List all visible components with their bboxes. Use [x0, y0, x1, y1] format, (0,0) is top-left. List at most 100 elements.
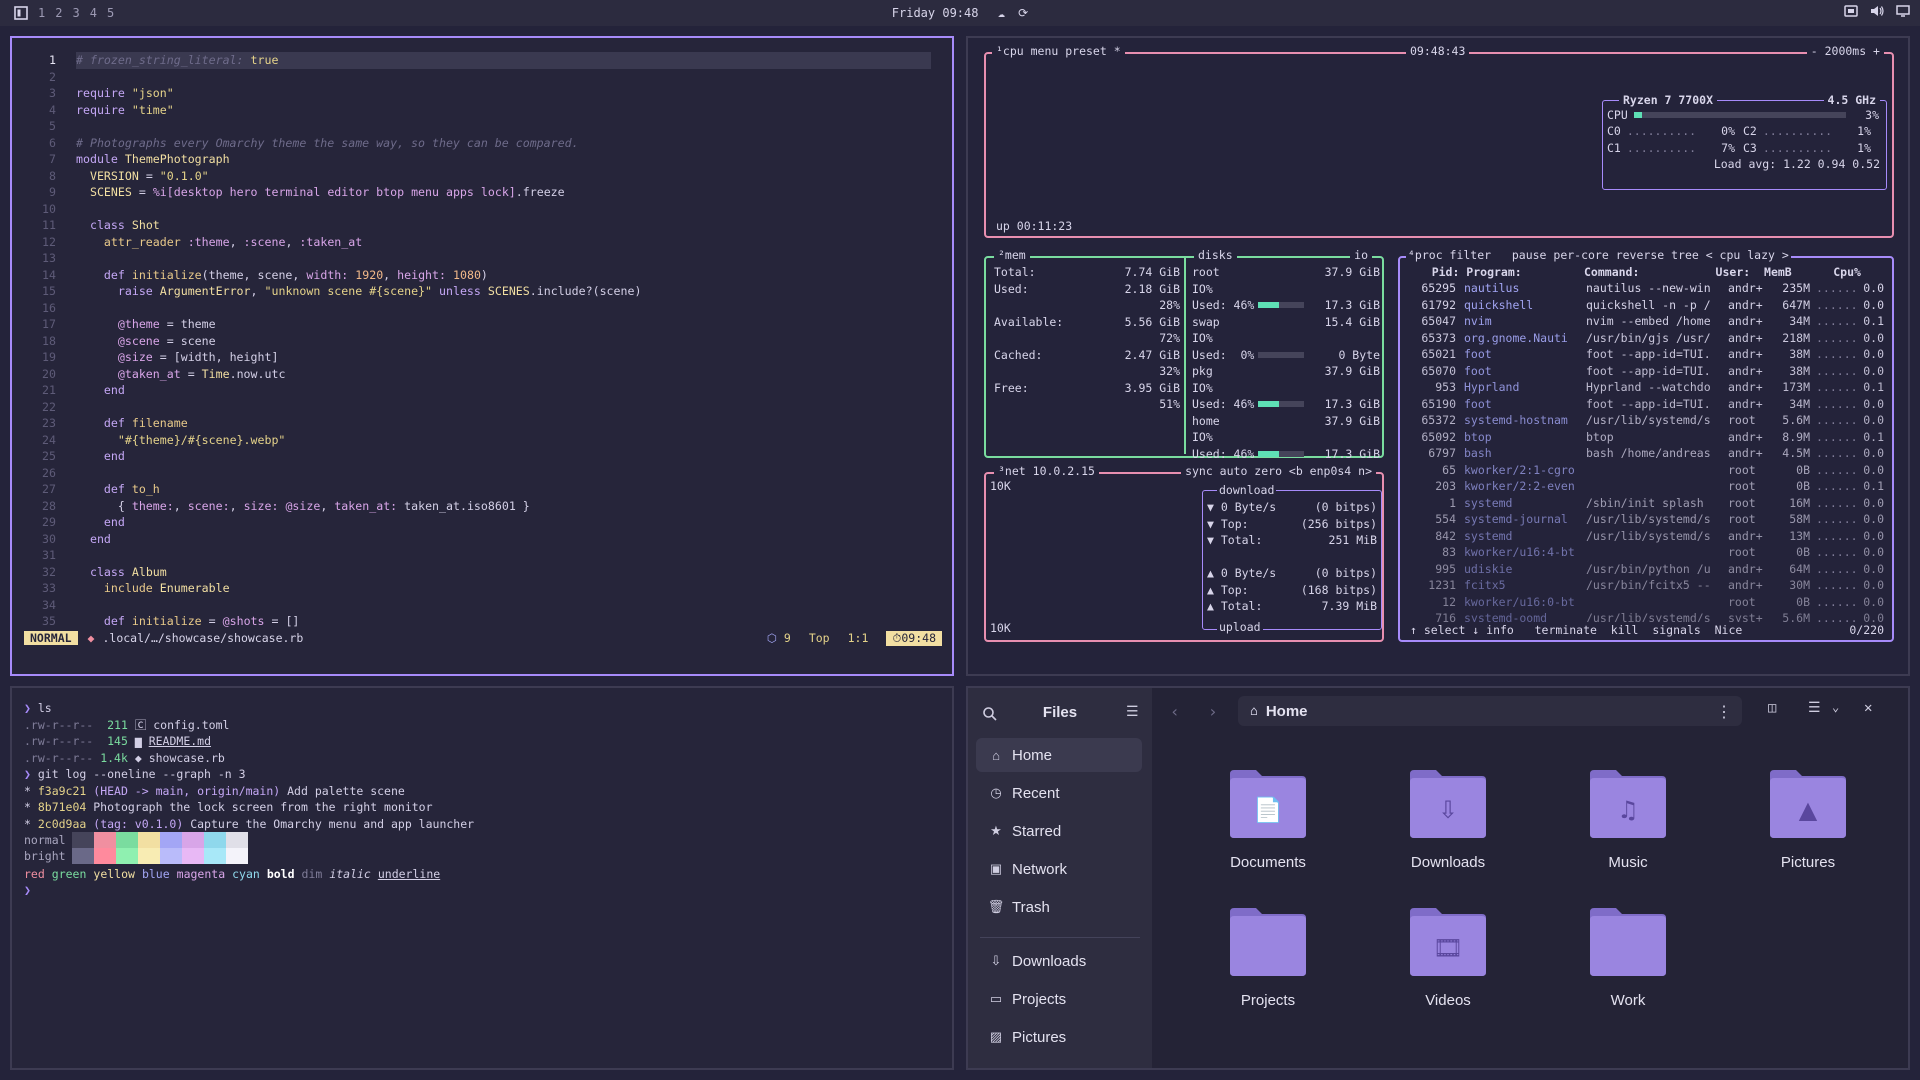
- process-row[interactable]: 65047 nvim nvim --embed /home andr+ 34M.....…: [1404, 313, 1888, 330]
- refresh-icon[interactable]: ⟳: [1018, 6, 1028, 20]
- process-row[interactable]: 1 systemd/sbin/init splash root 16M...... 0.…: [1404, 495, 1888, 512]
- files-window[interactable]: Files ☰ ⌂ Home ◷ Recent ★ Starred ▣ Network 🗑 Tra…: [966, 686, 1910, 1070]
- net-options[interactable]: sync auto zero <b enp0s4 n>: [1181, 463, 1376, 480]
- code-line[interactable]: 1 # frozen_string_literal: true: [12, 52, 952, 69]
- code-line[interactable]: 14 def initialize(theme, scene, width: 1…: [12, 267, 952, 284]
- code-line[interactable]: 2: [12, 69, 952, 86]
- code-line[interactable]: 23 def filename: [12, 415, 952, 432]
- proc-header[interactable]: ⁴proc filter pause per-core reverse tree…: [1406, 247, 1791, 264]
- process-row[interactable]: 83 kworker/u16:4-bt root 0B...... 0.0: [1404, 544, 1888, 561]
- process-row[interactable]: 65070 foot foot --app-id=TUI. andr+ 38M.....…: [1404, 363, 1888, 380]
- code-line[interactable]: 15 raise ArgumentError, "unknown scene #…: [12, 283, 952, 300]
- process-row[interactable]: 953 Hyprland Hyprland --watchdo andr+ 173M..…: [1404, 379, 1888, 396]
- code-line[interactable]: 26: [12, 465, 952, 482]
- sidebar-item-starred[interactable]: ★ Starred: [976, 814, 1142, 848]
- view-options-chevron-icon[interactable]: ⌄: [1832, 700, 1839, 714]
- code-line[interactable]: 31: [12, 547, 952, 564]
- process-row[interactable]: 65295 nautilus nautilus --new-win andr+ 235M…: [1404, 280, 1888, 297]
- folder-work[interactable]: Work: [1568, 906, 1688, 1026]
- code-line[interactable]: 3 require "json": [12, 85, 952, 102]
- disks-io[interactable]: io: [1350, 247, 1372, 264]
- display-icon[interactable]: [1896, 4, 1910, 18]
- process-row[interactable]: 203 kworker/2:2-even root 0B...... 0.1: [1404, 478, 1888, 495]
- close-icon[interactable]: ✕: [1864, 700, 1872, 716]
- code-line[interactable]: 13: [12, 250, 952, 267]
- code-line[interactable]: 22: [12, 399, 952, 416]
- code-line[interactable]: 18 @scene = scene: [12, 333, 952, 350]
- disks-title[interactable]: disks: [1194, 247, 1237, 264]
- process-row[interactable]: 65372 systemd-hostnam/usr/lib/systemd/s ro…: [1404, 412, 1888, 429]
- folder-documents[interactable]: 📄 Documents: [1208, 768, 1328, 888]
- process-row[interactable]: 1231 fcitx5/usr/bin/fcitx5 -- andr+ 30M....…: [1404, 577, 1888, 594]
- proc-footer[interactable]: ↑ select ↓ info terminate kill signals N…: [1408, 622, 1745, 639]
- folder-videos[interactable]: 🎞 Videos: [1388, 906, 1508, 1026]
- code-line[interactable]: 16: [12, 300, 952, 317]
- process-row[interactable]: 61792 quickshell quickshell -n -p / andr+ 64…: [1404, 297, 1888, 314]
- location-menu-icon[interactable]: ⋮: [1716, 702, 1732, 721]
- terminal-window[interactable]: ❯ ls .rw-r--r-- 211 🄲 config.toml .rw-r--r…: [10, 686, 954, 1070]
- code-line[interactable]: 24 "#{theme}/#{scene}.webp": [12, 432, 952, 449]
- hamburger-menu-icon[interactable]: ☰: [1126, 704, 1139, 720]
- screenshot-icon[interactable]: ◫: [1768, 700, 1776, 716]
- code-line[interactable]: 4 require "time": [12, 102, 952, 119]
- code-line[interactable]: 25 end: [12, 448, 952, 465]
- folder-pictures[interactable]: ▲ Pictures: [1748, 768, 1868, 888]
- sidebar-item-downloads[interactable]: ⇩ Downloads: [976, 944, 1142, 978]
- code-line[interactable]: 10: [12, 201, 952, 218]
- btop-window[interactable]: ¹cpu menu preset * 09:48:43 - 2000ms + u…: [966, 36, 1910, 676]
- sidebar-item-recent[interactable]: ◷ Recent: [976, 776, 1142, 810]
- process-list[interactable]: 65295 nautilus nautilus --new-win andr+ 235M…: [1404, 280, 1888, 627]
- update-interval[interactable]: - 2000ms +: [1806, 43, 1884, 60]
- code-line[interactable]: 17 @theme = theme: [12, 316, 952, 333]
- forward-icon[interactable]: ›: [1208, 702, 1218, 721]
- process-row[interactable]: 6797 bash bash /home/andreas andr+ 4.5M.....…: [1404, 445, 1888, 462]
- process-row[interactable]: 65092 btop btop andr+ 8.9M...... 0.1: [1404, 429, 1888, 446]
- code-line[interactable]: 19 @size = [width, height]: [12, 349, 952, 366]
- code-line[interactable]: 6 # Photographs every Omarchy theme the s…: [12, 135, 952, 152]
- cpu-header[interactable]: ¹cpu menu preset *: [992, 43, 1125, 60]
- code-line[interactable]: 20 @taken_at = Time.now.utc: [12, 366, 952, 383]
- list-view-icon[interactable]: ☰: [1808, 700, 1821, 716]
- folder-projects[interactable]: Projects: [1208, 906, 1328, 1026]
- code-line[interactable]: 5: [12, 118, 952, 135]
- code-line[interactable]: 28 { theme:, scene:, size: @size, taken_…: [12, 498, 952, 515]
- sidebar-item-projects[interactable]: ▭ Projects: [976, 982, 1142, 1016]
- mem-title[interactable]: ²mem: [994, 247, 1030, 264]
- folder-downloads[interactable]: ⇩ Downloads: [1388, 768, 1508, 888]
- prompt[interactable]: ❯: [24, 882, 31, 899]
- code-buffer[interactable]: 1 # frozen_string_literal: true 2 3 require…: [12, 52, 952, 630]
- process-row[interactable]: 65190 foot foot --app-id=TUI. andr+ 34M.....…: [1404, 396, 1888, 413]
- folder-music[interactable]: ♫ Music: [1568, 768, 1688, 888]
- process-row[interactable]: 554 systemd-journal/usr/lib/systemd/s root…: [1404, 511, 1888, 528]
- code-line[interactable]: 33 include Enumerable: [12, 580, 952, 597]
- volume-icon[interactable]: [1870, 4, 1884, 18]
- code-line[interactable]: 35 def initialize = @shots = []: [12, 613, 952, 630]
- code-line[interactable]: 9 SCENES = %i[desktop hero terminal edit…: [12, 184, 952, 201]
- code-line[interactable]: 32 class Album: [12, 564, 952, 581]
- code-line[interactable]: 8 VERSION = "0.1.0": [12, 168, 952, 185]
- code-line[interactable]: 27 def to_h: [12, 481, 952, 498]
- location-bar[interactable]: ⌂ Home ⋮: [1238, 696, 1742, 726]
- sidebar-item-pictures[interactable]: ▨ Pictures: [976, 1020, 1142, 1054]
- code-line[interactable]: 7 module ThemePhotograph: [12, 151, 952, 168]
- screen-record-icon[interactable]: [1844, 4, 1858, 18]
- process-row[interactable]: 842 systemd/usr/lib/systemd/s andr+ 13M....…: [1404, 528, 1888, 545]
- process-row[interactable]: 65373 org.gnome.Nauti/usr/bin/gjs /usr/an…: [1404, 330, 1888, 347]
- clock[interactable]: Friday 09:48 ☁ ⟳: [0, 6, 1920, 20]
- back-icon[interactable]: ‹: [1170, 702, 1180, 721]
- cloud-icon[interactable]: ☁: [998, 6, 1005, 20]
- code-line[interactable]: 21 end: [12, 382, 952, 399]
- process-row[interactable]: 12 kworker/u16:0-bt root 0B...... 0.0: [1404, 594, 1888, 611]
- process-row[interactable]: 65021 foot foot --app-id=TUI. andr+ 38M.....…: [1404, 346, 1888, 363]
- process-row[interactable]: 65 kworker/2:1-cgro root 0B...... 0.0: [1404, 462, 1888, 479]
- process-row[interactable]: 995 udiskie/usr/bin/python /u andr+ 64M....…: [1404, 561, 1888, 578]
- editor-window[interactable]: 1 # frozen_string_literal: true 2 3 require…: [10, 36, 954, 676]
- sidebar-item-network[interactable]: ▣ Network: [976, 852, 1142, 886]
- code-line[interactable]: 11 class Shot: [12, 217, 952, 234]
- sidebar-item-home[interactable]: ⌂ Home: [976, 738, 1142, 772]
- sidebar-item-trash[interactable]: 🗑 Trash: [976, 890, 1142, 924]
- code-line[interactable]: 29 end: [12, 514, 952, 531]
- code-line[interactable]: 34: [12, 597, 952, 614]
- code-line[interactable]: 30 end: [12, 531, 952, 548]
- code-line[interactable]: 12 attr_reader :theme, :scene, :taken_at: [12, 234, 952, 251]
